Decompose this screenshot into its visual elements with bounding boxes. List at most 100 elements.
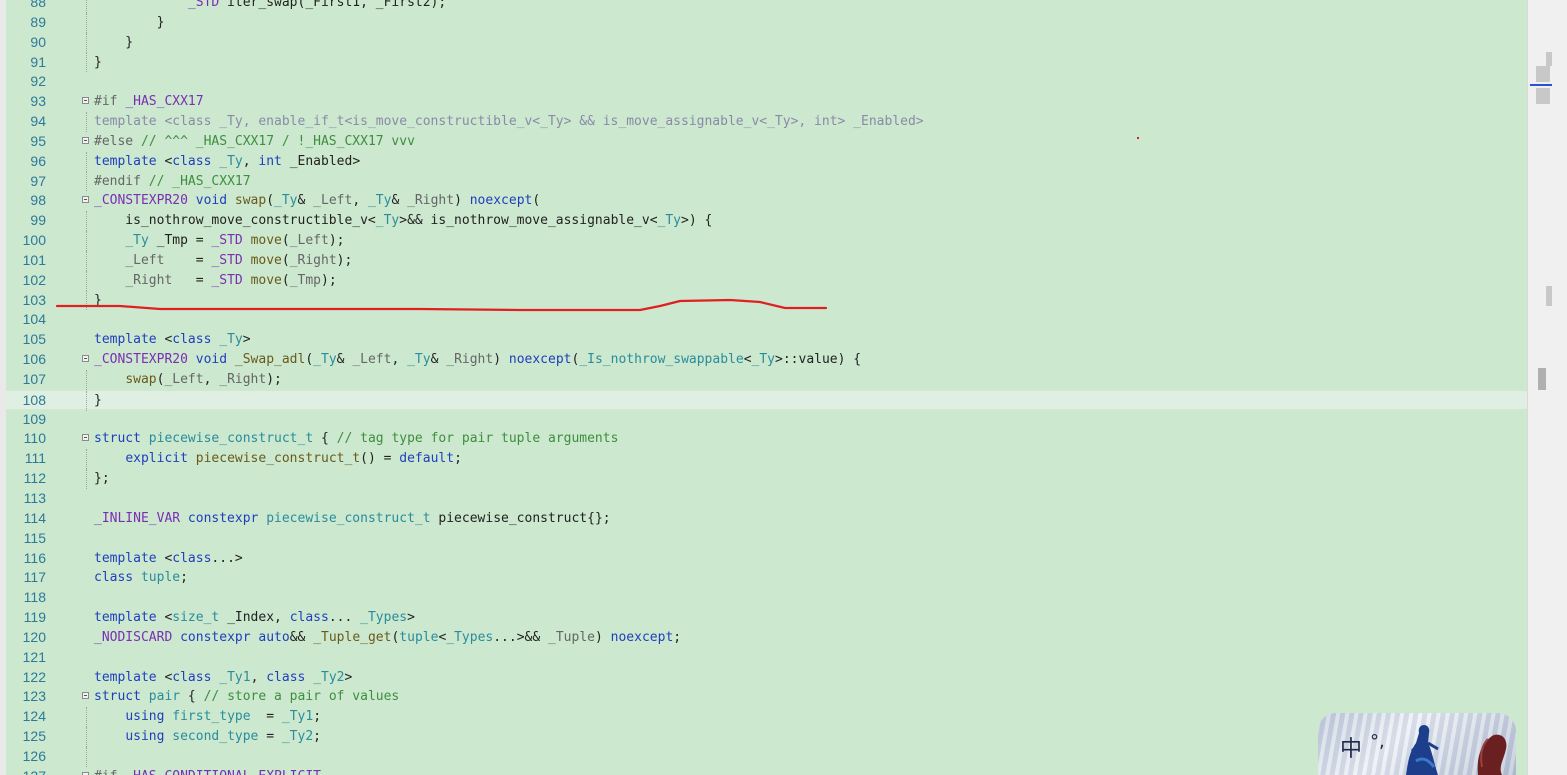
code-line[interactable]: 102 _Right = _STD move(_Tmp); bbox=[6, 270, 1527, 291]
code-line[interactable]: 118 bbox=[6, 588, 1527, 608]
code-line[interactable]: 124 using first_type = _Ty1; bbox=[6, 707, 1527, 728]
fold-guide-line bbox=[86, 171, 88, 192]
fold-toggle-icon[interactable] bbox=[82, 434, 89, 442]
code-line[interactable]: 90 } bbox=[6, 32, 1527, 53]
stray-red-dot bbox=[1137, 137, 1139, 139]
code-line[interactable]: 108} bbox=[6, 389, 1527, 411]
code-line[interactable]: 116 template <class...> bbox=[6, 549, 1527, 569]
code-text[interactable]: _CONSTEXPR20 void swap(_Ty& _Left, _Ty& … bbox=[94, 191, 540, 211]
code-text[interactable]: template <class _Ty, int _Enabled> bbox=[94, 152, 360, 172]
code-line[interactable]: 107 swap(_Left, _Right); bbox=[6, 369, 1527, 390]
fold-guide-line bbox=[86, 231, 88, 251]
code-text[interactable]: _Right = _STD move(_Tmp); bbox=[94, 271, 336, 291]
code-text[interactable]: _NODISCARD constexpr auto&& _Tuple_get(t… bbox=[94, 628, 681, 648]
code-line[interactable]: 93 #if _HAS_CXX17 bbox=[6, 92, 1527, 112]
code-line[interactable]: 95 #else // ^^^ _HAS_CXX17 / !_HAS_CXX17 … bbox=[6, 132, 1527, 152]
code-text[interactable]: template <class _Ty1, class _Ty2> bbox=[94, 668, 352, 688]
code-line[interactable]: 112}; bbox=[6, 469, 1527, 489]
line-number: 89 bbox=[30, 13, 46, 30]
code-text[interactable]: }; bbox=[94, 469, 110, 489]
code-text[interactable]: swap(_Left, _Right); bbox=[94, 370, 282, 390]
code-text[interactable]: using first_type = _Ty1; bbox=[94, 707, 321, 727]
code-line[interactable]: 97 #endif // _HAS_CXX17 bbox=[6, 171, 1527, 192]
line-number: 120 bbox=[22, 628, 46, 645]
scrollbar-map-block bbox=[1546, 286, 1552, 306]
code-line[interactable]: 121 bbox=[6, 648, 1527, 668]
ime-mode-label[interactable]: 中 bbox=[1340, 731, 1362, 763]
code-lines[interactable]: 88 _STD iter_swap(_First1, _First2); 89 }… bbox=[6, 0, 1527, 775]
code-line[interactable]: 127 #if _HAS_CONDITIONAL_EXPLICIT bbox=[6, 767, 1527, 775]
ime-punctuation-label[interactable]: °, bbox=[1370, 731, 1385, 752]
code-line[interactable]: 126 bbox=[6, 746, 1527, 767]
code-line[interactable]: 105 template <class _Ty> bbox=[6, 330, 1527, 350]
fold-toggle-icon[interactable] bbox=[82, 97, 89, 105]
code-line[interactable]: 96 template <class _Ty, int _Enabled> bbox=[6, 151, 1527, 172]
code-line[interactable]: 101 _Left = _STD move(_Right); bbox=[6, 250, 1527, 271]
code-text[interactable]: class tuple; bbox=[94, 568, 188, 588]
fold-toggle-icon[interactable] bbox=[82, 196, 89, 204]
line-number: 113 bbox=[23, 490, 46, 506]
line-number: 123 bbox=[22, 688, 46, 705]
line-number: 99 bbox=[30, 212, 46, 229]
code-line[interactable]: 92 bbox=[6, 72, 1527, 92]
code-text[interactable]: } bbox=[94, 53, 102, 73]
code-text[interactable]: _CONSTEXPR20 void _Swap_adl(_Ty& _Left, … bbox=[94, 350, 861, 370]
code-line[interactable]: 120 _NODISCARD constexpr auto&& _Tuple_ge… bbox=[6, 628, 1527, 648]
fold-toggle-icon[interactable] bbox=[82, 692, 89, 700]
code-line[interactable]: 114 _INLINE_VAR constexpr piecewise_const… bbox=[6, 509, 1527, 529]
code-line[interactable]: 104 bbox=[6, 310, 1527, 330]
code-line[interactable]: 111 explicit piecewise_construct_t() = d… bbox=[6, 449, 1527, 470]
code-line[interactable]: 106 _CONSTEXPR20 void _Swap_adl(_Ty& _Lef… bbox=[6, 350, 1527, 370]
code-text[interactable]: _Ty _Tmp = _STD move(_Left); bbox=[94, 231, 344, 251]
code-text[interactable]: #endif // _HAS_CXX17 bbox=[94, 172, 251, 192]
vertical-scrollbar[interactable] bbox=[1527, 0, 1567, 775]
code-text[interactable]: _STD iter_swap(_First1, _First2); bbox=[94, 0, 446, 13]
code-line[interactable]: 119 template <size_t _Index, class... _Ty… bbox=[6, 608, 1527, 628]
code-line[interactable]: 91} bbox=[6, 52, 1527, 73]
code-text[interactable]: } bbox=[94, 13, 165, 33]
code-line[interactable]: 117 class tuple; bbox=[6, 568, 1527, 588]
code-text[interactable]: _Left = _STD move(_Right); bbox=[94, 251, 352, 271]
ime-status-widget[interactable]: 中 °, bbox=[1318, 713, 1516, 775]
code-text[interactable]: template <class...> bbox=[94, 549, 243, 569]
fold-guide-line bbox=[86, 727, 88, 747]
fold-toggle-icon[interactable] bbox=[82, 136, 89, 144]
fold-toggle-icon[interactable] bbox=[82, 355, 89, 363]
code-text[interactable]: #else // ^^^ _HAS_CXX17 / !_HAS_CXX17 vv… bbox=[94, 132, 415, 152]
code-text[interactable]: _INLINE_VAR constexpr piecewise_construc… bbox=[94, 509, 611, 529]
code-text[interactable]: is_nothrow_move_constructible_v<_Ty>&& i… bbox=[94, 211, 712, 231]
code-text[interactable]: using second_type = _Ty2; bbox=[94, 727, 321, 747]
fold-guide-line bbox=[86, 290, 88, 311]
code-text[interactable]: } bbox=[94, 33, 133, 53]
code-text[interactable]: struct pair { // store a pair of values bbox=[94, 687, 399, 707]
code-line[interactable]: 94 template <class _Ty, enable_if_t<is_mo… bbox=[6, 112, 1527, 132]
line-number: 105 bbox=[22, 331, 46, 348]
code-line[interactable]: 88 _STD iter_swap(_First1, _First2); bbox=[6, 0, 1527, 13]
code-line[interactable]: 103} bbox=[6, 290, 1527, 311]
code-line[interactable]: 89 } bbox=[6, 12, 1527, 33]
code-line[interactable]: 113 bbox=[6, 489, 1527, 509]
code-text[interactable]: #if _HAS_CXX17 bbox=[94, 92, 204, 112]
code-line[interactable]: 122 template <class _Ty1, class _Ty2> bbox=[6, 668, 1527, 688]
code-line[interactable]: 98 _CONSTEXPR20 void swap(_Ty& _Left, _Ty… bbox=[6, 191, 1527, 211]
code-text[interactable]: template <class _Ty> bbox=[94, 330, 251, 350]
code-line[interactable]: 115 bbox=[6, 529, 1527, 549]
code-line[interactable]: 123 struct pair { // store a pair of valu… bbox=[6, 687, 1527, 707]
code-line[interactable]: 110 struct piecewise_construct_t { // tag… bbox=[6, 429, 1527, 449]
code-line[interactable]: 109 bbox=[6, 410, 1527, 430]
code-text[interactable]: } bbox=[94, 291, 102, 311]
code-text[interactable]: #if _HAS_CONDITIONAL_EXPLICIT bbox=[94, 767, 321, 775]
code-line[interactable]: 125 using second_type = _Ty2; bbox=[6, 727, 1527, 747]
line-number: 106 bbox=[22, 351, 46, 368]
scrollbar-thumb[interactable] bbox=[1538, 368, 1546, 390]
code-text[interactable]: template <class _Ty, enable_if_t<is_move… bbox=[94, 112, 924, 132]
line-number: 90 bbox=[30, 33, 46, 50]
code-text[interactable]: explicit piecewise_construct_t() = defau… bbox=[94, 449, 462, 469]
code-text[interactable]: struct piecewise_construct_t { // tag ty… bbox=[94, 429, 618, 449]
code-line[interactable]: 100 _Ty _Tmp = _STD move(_Left); bbox=[6, 231, 1527, 251]
fold-guide-line bbox=[86, 112, 88, 132]
code-text[interactable]: template <size_t _Index, class... _Types… bbox=[94, 608, 415, 628]
code-text[interactable]: } bbox=[94, 391, 102, 411]
code-line[interactable]: 99 is_nothrow_move_constructible_v<_Ty>&… bbox=[6, 211, 1527, 232]
code-editor[interactable]: 88 _STD iter_swap(_First1, _First2); 89 }… bbox=[0, 0, 1527, 775]
